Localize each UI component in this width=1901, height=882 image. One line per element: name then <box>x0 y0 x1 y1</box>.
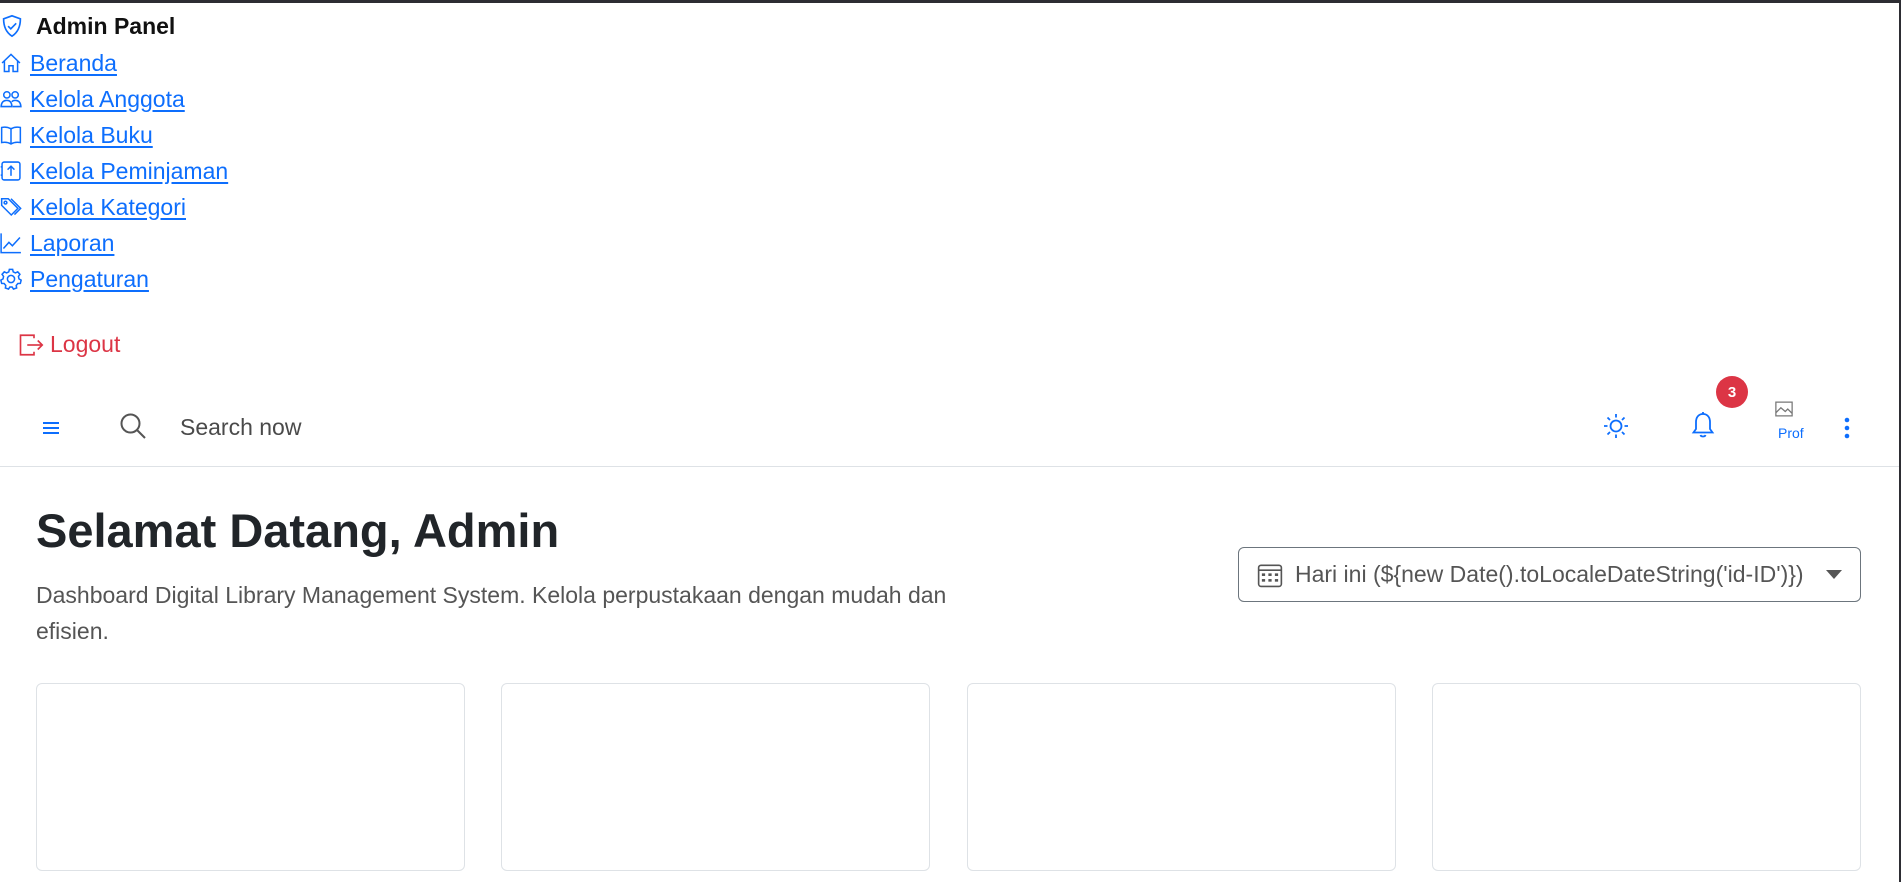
stat-card <box>501 683 930 871</box>
logout-button[interactable]: Logout <box>18 331 120 358</box>
sidebar-item-pengaturan: Pengaturan <box>0 261 228 297</box>
tags-icon <box>0 197 22 217</box>
date-filter-dropdown[interactable]: Hari ini (${new Date().toLocaleDateStrin… <box>1238 547 1861 602</box>
sidebar-link-kelola-peminjaman[interactable]: Kelola Peminjaman <box>0 158 228 185</box>
stat-card <box>36 683 465 871</box>
search-input[interactable] <box>166 407 566 447</box>
box-arrow-up-icon <box>0 161 21 181</box>
sidebar-link-beranda[interactable]: Beranda <box>0 50 117 77</box>
search-icon <box>120 413 146 439</box>
box-arrow-right-icon <box>19 333 44 356</box>
sidebar-item-laporan: Laporan <box>0 225 228 261</box>
sidebar-item-label: Pengaturan <box>30 265 149 292</box>
sidebar-item-label: Laporan <box>30 229 115 256</box>
sidebar-link-kelola-kategori[interactable]: Kelola Kategori <box>0 194 186 221</box>
sidebar-item-kelola-peminjaman: Kelola Peminjaman <box>0 153 228 189</box>
three-dots-vertical-icon[interactable] <box>1840 411 1854 445</box>
sun-icon[interactable] <box>1600 409 1632 443</box>
page-title: Selamat Datang, Admin <box>36 504 560 557</box>
sidebar-link-laporan[interactable]: Laporan <box>0 230 114 257</box>
sidebar-item-label: Kelola Peminjaman <box>30 157 229 184</box>
sidebar-link-kelola-buku[interactable]: Kelola Buku <box>0 122 153 149</box>
house-icon <box>1 53 21 73</box>
stat-card <box>1432 683 1861 871</box>
broken-image-icon <box>1775 401 1793 417</box>
date-filter-label: Hari ini (${new Date().toLocaleDateStrin… <box>1295 561 1804 587</box>
sidebar-item-kelola-buku: Kelola Buku <box>0 117 228 153</box>
sidebar-item-label: Kelola Kategori <box>30 193 186 220</box>
sidebar-item-label: Kelola Anggota <box>30 85 185 112</box>
stat-card <box>967 683 1396 871</box>
avatar-alt-text: Prof <box>1778 425 1804 441</box>
logout-label: Logout <box>50 331 121 357</box>
brand: Admin Panel <box>0 11 175 41</box>
calendar-icon <box>1257 563 1283 587</box>
shield-check-icon <box>2 14 22 38</box>
people-icon <box>0 90 22 108</box>
notification-badge: 3 <box>1716 376 1748 408</box>
sidebar-link-kelola-anggota[interactable]: Kelola Anggota <box>0 86 185 113</box>
gear-icon <box>0 268 22 290</box>
sidebar-item-beranda: Beranda <box>0 45 228 81</box>
sidebar-item-kelola-kategori: Kelola Kategori <box>0 189 228 225</box>
bell-icon[interactable] <box>1688 405 1718 445</box>
menu-toggle-button[interactable] <box>38 413 64 443</box>
book-icon <box>0 126 22 145</box>
sidebar-link-pengaturan[interactable]: Pengaturan <box>0 266 149 293</box>
avatar[interactable]: Prof <box>1774 399 1816 443</box>
hamburger-icon <box>43 422 59 434</box>
caret-down-icon <box>1826 570 1842 579</box>
sidebar-item-label: Kelola Buku <box>30 121 153 148</box>
sidebar-item-kelola-anggota: Kelola Anggota <box>0 81 228 117</box>
topbar: Prof <box>0 391 1899 467</box>
sidebar-nav: Beranda Kelola Anggota Kelola Buku Kelol… <box>0 45 228 297</box>
graph-up-icon <box>0 233 21 254</box>
page-subtitle: Dashboard Digital Library Management Sys… <box>36 582 947 644</box>
sidebar-item-label: Beranda <box>30 49 117 76</box>
brand-title: Admin Panel <box>36 12 176 39</box>
